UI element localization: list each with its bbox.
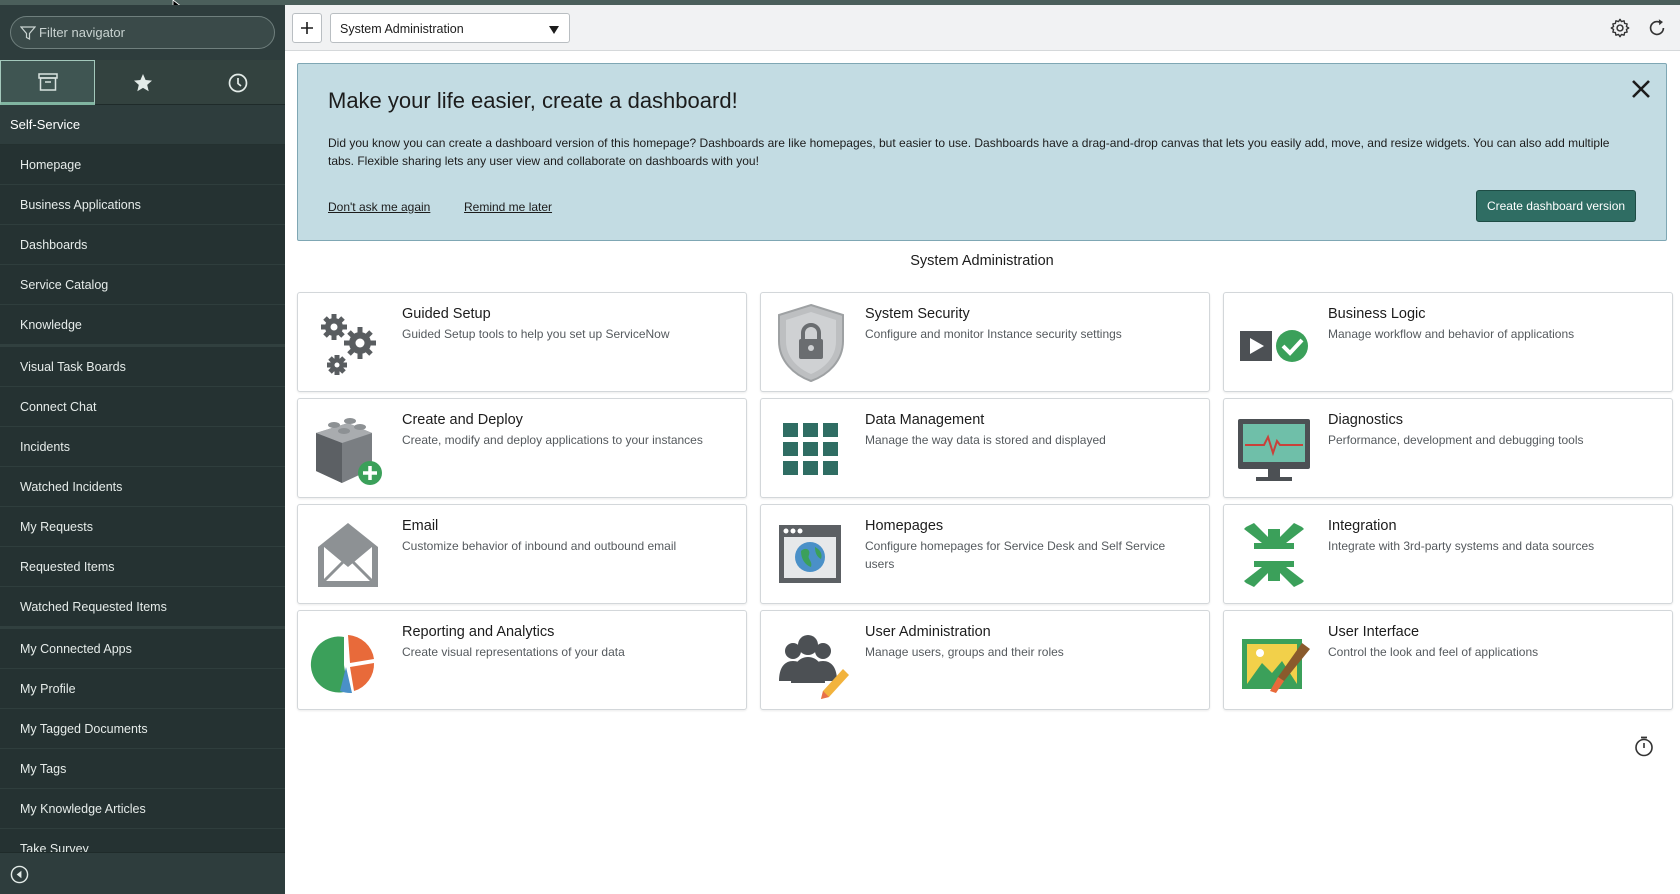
tile-description: Manage workflow and behavior of applicat… — [1328, 327, 1575, 341]
filter-navigator-input[interactable] — [39, 17, 269, 48]
menu-item-my-profile[interactable]: My Profile — [0, 669, 285, 709]
homepage-select-value: System Administration — [340, 22, 464, 36]
tile-create-and-deploy[interactable]: Create and Deploy Create, modify and dep… — [297, 398, 747, 498]
monitor-heartbeat-icon — [1238, 419, 1310, 481]
tile-title: User Interface — [1328, 624, 1420, 640]
tile-description: Integrate with 3rd-party systems and dat… — [1328, 539, 1595, 553]
menu-item-watched-incidents[interactable]: Watched Incidents — [0, 467, 285, 507]
tile-title: Create and Deploy — [402, 412, 523, 428]
menu-item-watched-requested-items[interactable]: Watched Requested Items — [0, 587, 285, 629]
caret-down-icon — [549, 26, 559, 34]
menu-item-knowledge[interactable]: Knowledge — [0, 305, 285, 347]
dashboard-promo-banner: Make your life easier, create a dashboar… — [297, 63, 1667, 241]
building-block-add-icon — [316, 418, 382, 485]
tile-description: Create visual representations of your da… — [402, 645, 625, 659]
tile-business-logic[interactable]: Business Logic Manage workflow and behav… — [1223, 292, 1673, 392]
menu-item-take-survey[interactable]: Take Survey — [0, 829, 285, 852]
image-paintbrush-icon — [1242, 639, 1310, 693]
tile-description: Create, modify and deploy applications t… — [402, 433, 703, 447]
refresh-icon[interactable] — [1646, 17, 1668, 39]
tile-description: Manage users, groups and their roles — [865, 645, 1064, 659]
filter-navigator[interactable] — [10, 16, 275, 49]
envelope-icon — [318, 523, 378, 587]
users-edit-icon — [779, 635, 849, 699]
tile-title: Homepages — [865, 518, 944, 534]
menu-section-self-service[interactable]: Self-Service — [0, 105, 285, 145]
dont-ask-again-link[interactable]: Don't ask me again — [328, 200, 430, 214]
section-title: System Administration — [910, 253, 1054, 269]
close-icon[interactable] — [1630, 78, 1652, 100]
browser-globe-icon — [779, 525, 841, 583]
tile-homepages[interactable]: Homepages Configure homepages for Servic… — [760, 504, 1210, 604]
collapse-navigator-icon[interactable] — [10, 865, 29, 884]
tile-description: Guided Setup tools to help you set up Se… — [402, 327, 670, 341]
menu-item-my-connected-apps[interactable]: My Connected Apps — [0, 629, 285, 669]
plus-icon — [301, 22, 313, 34]
gear-icon[interactable] — [1609, 17, 1631, 39]
tile-guided-setup[interactable]: Guided Setup Guided Setup tools to help … — [297, 292, 747, 392]
tile-title: Email — [402, 518, 439, 534]
pie-chart-icon — [310, 635, 375, 694]
menu-item-my-knowledge-articles[interactable]: My Knowledge Articles — [0, 789, 285, 829]
remind-me-later-link[interactable]: Remind me later — [464, 200, 552, 214]
tile-description: Control the look and feel of application… — [1328, 645, 1539, 659]
navigator-tabs — [0, 60, 285, 105]
tile-description: Configure homepages for Service Desk and… — [865, 539, 1166, 571]
tile-description: Configure and monitor Instance security … — [865, 327, 1122, 341]
filter-wrap — [0, 5, 285, 60]
all-applications-icon — [37, 72, 58, 91]
menu-item-requested-items[interactable]: Requested Items — [0, 547, 285, 587]
menu-item-homepage[interactable]: Homepage — [0, 145, 285, 185]
history-clock-icon — [228, 73, 247, 92]
tile-description: Performance, development and debugging t… — [1328, 433, 1584, 447]
tab-history[interactable] — [190, 60, 285, 105]
shield-lock-icon — [778, 303, 844, 383]
tab-favorites[interactable] — [95, 60, 190, 105]
tile-title: System Security — [865, 306, 970, 322]
stopwatch-icon[interactable] — [1633, 735, 1655, 757]
gears-icon — [321, 314, 376, 375]
tile-data-management[interactable]: Data Management Manage the way data is s… — [760, 398, 1210, 498]
sidebar-footer — [0, 852, 285, 894]
tile-user-interface[interactable]: User Interface Control the look and feel… — [1223, 610, 1673, 710]
menu-item-my-requests[interactable]: My Requests — [0, 507, 285, 547]
content-header: System Administration — [285, 5, 1680, 51]
menu-item-visual-task-boards[interactable]: Visual Task Boards — [0, 347, 285, 387]
tile-description: Customize behavior of inbound and outbou… — [402, 539, 677, 553]
menu-item-my-tags[interactable]: My Tags — [0, 749, 285, 789]
banner-text: Did you know you can create a dashboard … — [328, 136, 1610, 168]
menu-item-incidents[interactable]: Incidents — [0, 427, 285, 467]
tile-title: Guided Setup — [402, 306, 491, 322]
navigator-menu: Self-Service Homepage Business Applicati… — [0, 105, 285, 852]
play-check-icon — [1240, 330, 1308, 362]
arrows-converge-icon — [1244, 523, 1304, 587]
tile-user-administration[interactable]: User Administration Manage users, groups… — [760, 610, 1210, 710]
favorites-star-icon — [133, 73, 152, 91]
grid-icon — [783, 423, 838, 475]
tile-title: Integration — [1328, 518, 1397, 534]
application-navigator: Self-Service Homepage Business Applicati… — [0, 5, 285, 894]
tab-all-applications[interactable] — [0, 60, 95, 105]
tile-title: Diagnostics — [1328, 412, 1403, 428]
tile-email[interactable]: Email Customize behavior of inbound and … — [297, 504, 747, 604]
menu-item-service-catalog[interactable]: Service Catalog — [0, 265, 285, 305]
tile-system-security[interactable]: System Security Configure and monitor In… — [760, 292, 1210, 392]
tile-diagnostics[interactable]: Diagnostics Performance, development and… — [1223, 398, 1673, 498]
tile-reporting-and-analytics[interactable]: Reporting and Analytics Create visual re… — [297, 610, 747, 710]
menu-item-connect-chat[interactable]: Connect Chat — [0, 387, 285, 427]
filter-funnel-icon — [20, 26, 36, 40]
menu-item-dashboards[interactable]: Dashboards — [0, 225, 285, 265]
tile-title: Reporting and Analytics — [402, 624, 555, 640]
banner-title: Make your life easier, create a dashboar… — [328, 88, 738, 113]
tile-title: User Administration — [865, 624, 991, 640]
menu-item-my-tagged-documents[interactable]: My Tagged Documents — [0, 709, 285, 749]
tile-description: Manage the way data is stored and displa… — [865, 433, 1106, 447]
menu-item-business-applications[interactable]: Business Applications — [0, 185, 285, 225]
add-content-button[interactable] — [292, 13, 322, 43]
tile-integration[interactable]: Integration Integrate with 3rd-party sys… — [1223, 504, 1673, 604]
homepage-select[interactable]: System Administration — [330, 13, 570, 43]
create-dashboard-version-button[interactable]: Create dashboard version — [1476, 190, 1636, 222]
tile-title: Business Logic — [1328, 306, 1426, 322]
tile-title: Data Management — [865, 412, 985, 428]
